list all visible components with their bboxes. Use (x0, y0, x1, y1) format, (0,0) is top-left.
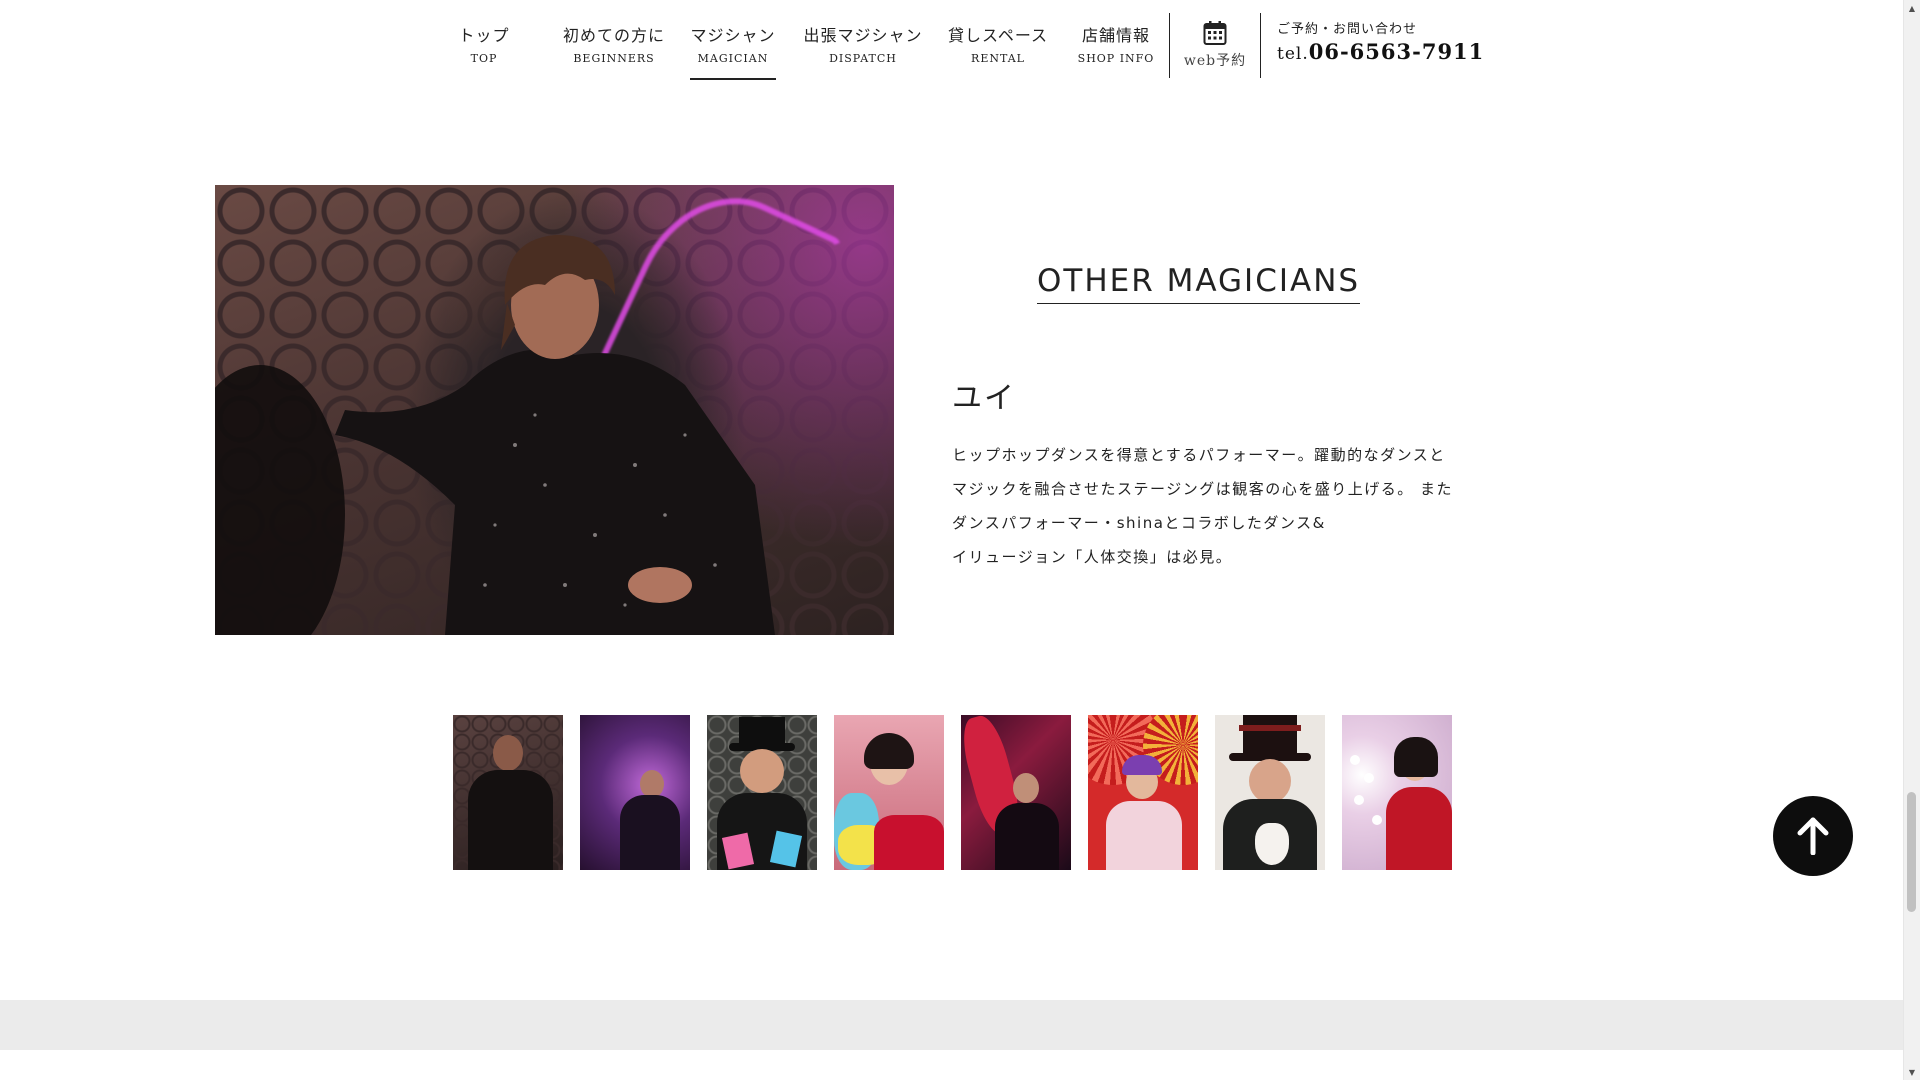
description-line: マジックを融合させたステージングは観客の心を盛り上げる。 また (952, 480, 1453, 498)
page-scrollbar[interactable]: ▲ ▼ (1903, 0, 1920, 1080)
nav-item-beginners[interactable]: 初めての方に BEGINNERS (562, 0, 666, 80)
thumbnail-face (640, 770, 664, 798)
nav-item-top[interactable]: トップ TOP (452, 0, 516, 80)
web-reserve-label: web予約 (1183, 53, 1247, 69)
thumbnail-hair (864, 733, 914, 769)
thumbnail-hat-band (1239, 725, 1301, 731)
nav-divider (1260, 13, 1261, 78)
tel-prefix: tel. (1277, 44, 1309, 64)
scroll-up-arrow-icon[interactable]: ▲ (1904, 0, 1920, 16)
nav-item-dispatch[interactable]: 出張マジシャン DISPATCH (802, 0, 924, 80)
thumbnail-face (740, 749, 784, 793)
nav-item-top-jp: トップ (458, 26, 510, 45)
magician-thumbnail[interactable] (453, 715, 563, 870)
nav-item-beginners-en: BEGINNERS (573, 52, 655, 65)
nav-item-shop-info[interactable]: 店舗情報 SHOP INFO (1072, 0, 1160, 80)
magician-thumbnail[interactable] (961, 715, 1071, 870)
calendar-icon (1203, 21, 1227, 45)
magician-name: ユイ (952, 381, 1016, 416)
performer-silhouette (335, 234, 775, 635)
nav-item-beginners-jp: 初めての方に (562, 26, 665, 45)
nav-item-magician-en: MAGICIAN (697, 52, 769, 65)
main-nav: トップ TOP 初めての方に BEGINNERS マジシャン MAGICIAN … (0, 0, 1904, 80)
magician-thumbnail[interactable] (1088, 715, 1198, 870)
thumbnail-kimono (1106, 801, 1182, 870)
thumbnail-face (1249, 759, 1291, 803)
nav-item-shop-info-en: SHOP INFO (1077, 52, 1155, 65)
contact-phone[interactable]: ご予約・お問い合わせ tel.06-6563-7911 (1277, 18, 1484, 64)
scrollbar-thumb[interactable] (1907, 792, 1916, 912)
thumbnail-body (620, 795, 680, 870)
magician-description: ヒップホップダンスを得意とするパフォーマー。躍動的なダンスと マジックを融合させ… (952, 438, 1472, 574)
section-title: OTHER MAGICIANS (1037, 263, 1361, 304)
description-line: ヒップホップダンスを得意とするパフォーマー。躍動的なダンスと (952, 446, 1446, 464)
nav-item-dispatch-en: DISPATCH (829, 52, 897, 65)
featured-magician-photo (215, 185, 894, 635)
nav-item-rental-jp: 貸しスペース (947, 26, 1049, 45)
description-line: ダンスパフォーマー・shinaとコラボしたダンス& (952, 514, 1326, 532)
magician-thumbnail[interactable] (580, 715, 690, 870)
web-reserve-button[interactable]: web予約 (1169, 0, 1261, 80)
nav-item-dispatch-jp: 出張マジシャン (803, 26, 923, 45)
thumbnail-mask (1255, 823, 1289, 865)
scroll-down-arrow-icon[interactable]: ▼ (1904, 1064, 1920, 1080)
thumbnail-body (995, 803, 1059, 870)
phone-number: tel.06-6563-7911 (1277, 39, 1484, 64)
magician-thumbnail[interactable] (1342, 715, 1452, 870)
description-line: イリュージョン「人体交換」は必見。 (952, 548, 1233, 566)
nav-item-rental[interactable]: 貸しスペース RENTAL (946, 0, 1050, 80)
nav-item-magician-jp: マジシャン (690, 26, 776, 45)
thumbnail-dress (1386, 787, 1452, 870)
thumbnail-hair (1122, 755, 1162, 775)
thumbnail-face (1013, 773, 1039, 803)
thumbnail-hat (1243, 715, 1297, 755)
contact-label: ご予約・お問い合わせ (1277, 22, 1418, 37)
magician-thumbnails (453, 715, 1453, 870)
arrow-up-icon (1797, 817, 1829, 855)
thumbnail-dress (874, 815, 944, 870)
back-to-top-button[interactable] (1773, 796, 1853, 876)
magician-thumbnail[interactable] (834, 715, 944, 870)
footer-band (0, 1000, 1904, 1050)
thumbnail-body (468, 770, 553, 870)
thumbnail-hat (739, 717, 785, 745)
magician-thumbnail[interactable] (707, 715, 817, 870)
magician-thumbnail[interactable] (1215, 715, 1325, 870)
thumbnail-face (493, 735, 523, 771)
page: トップ TOP 初めての方に BEGINNERS マジシャン MAGICIAN … (0, 0, 1920, 1080)
nav-item-shop-info-jp: 店舗情報 (1081, 26, 1150, 45)
nav-item-magician[interactable]: マジシャン MAGICIAN (690, 0, 776, 80)
thumbnail-blossoms (1350, 755, 1360, 765)
nav-item-top-en: TOP (470, 52, 498, 65)
nav-item-rental-en: RENTAL (971, 52, 1025, 65)
thumbnail-hair (1394, 737, 1438, 777)
tel-number: 06-6563-7911 (1308, 39, 1485, 64)
